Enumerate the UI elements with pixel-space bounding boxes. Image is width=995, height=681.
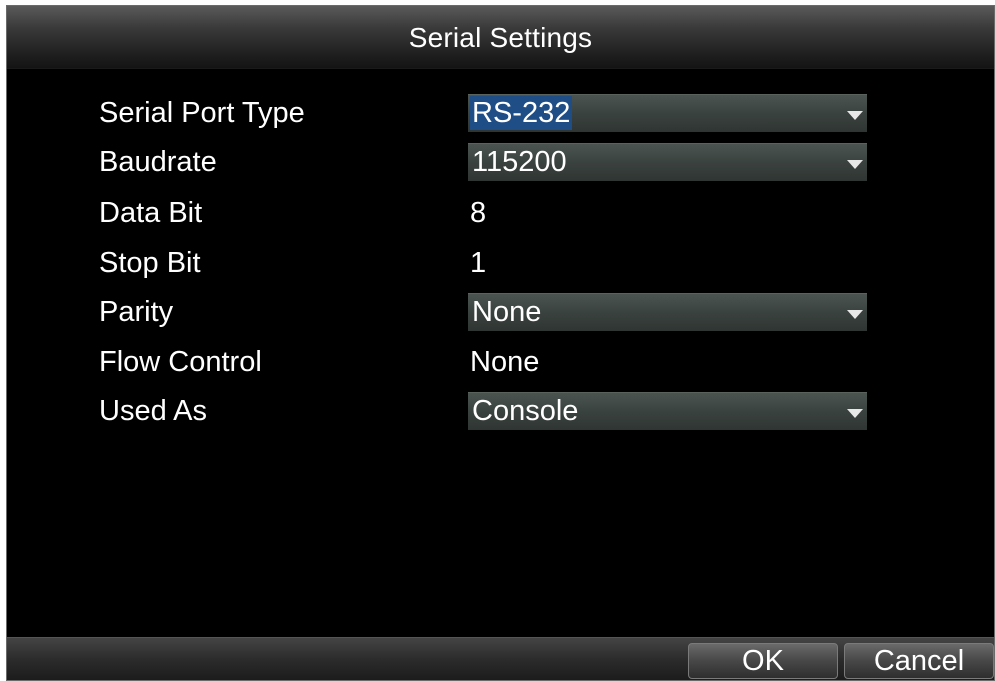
row-used-as: Used As Console [7,390,994,434]
chevron-down-icon[interactable] [847,160,863,169]
used-as-value: Console [472,395,579,427]
row-parity: Parity None [7,291,994,335]
parity-select[interactable]: None [468,293,867,331]
row-serial-port-type: Serial Port Type RS-232 [7,92,994,136]
parity-value: None [472,296,542,328]
row-stop-bit: Stop Bit 1 [7,242,994,286]
stop-bit-label: Stop Bit [99,247,201,279]
data-bit-label: Data Bit [99,197,203,229]
row-flow-control: Flow Control None [7,341,994,385]
dialog-title: Serial Settings [408,22,593,53]
flow-control-label: Flow Control [99,346,262,378]
chevron-down-icon[interactable] [847,409,863,418]
chevron-down-icon[interactable] [847,310,863,319]
serial-port-type-select[interactable]: RS-232 [468,94,867,132]
ok-button[interactable]: OK [688,643,838,679]
baudrate-value: 115200 [472,146,567,178]
used-as-label: Used As [99,395,207,427]
row-baudrate: Baudrate 115200 [7,141,994,185]
chevron-down-icon[interactable] [847,111,863,120]
row-data-bit: Data Bit 8 [7,192,994,236]
cancel-button[interactable]: Cancel [844,643,994,679]
data-bit-value: 8 [470,197,487,229]
title-bar: Serial Settings [7,6,994,69]
baudrate-label: Baudrate [99,146,217,178]
dialog-footer: OK Cancel [7,637,994,680]
serial-port-type-value: RS-232 [470,96,573,130]
serial-port-type-label: Serial Port Type [99,97,305,129]
parity-label: Parity [99,296,174,328]
used-as-select[interactable]: Console [468,392,867,430]
baudrate-select[interactable]: 115200 [468,143,867,181]
stop-bit-value: 1 [470,247,487,279]
serial-settings-dialog: Serial Settings Serial Port Type RS-232 … [6,5,995,681]
flow-control-value: None [470,346,540,378]
